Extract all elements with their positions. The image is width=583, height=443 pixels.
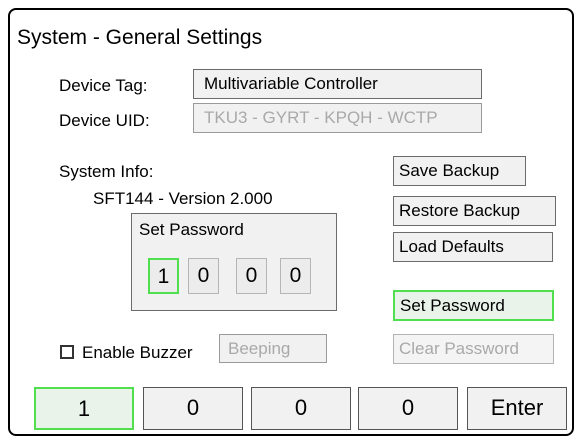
system-info-label: System Info: [59,162,154,181]
keypad-key-1[interactable]: 1 [34,387,134,430]
password-digit-2[interactable]: 0 [188,258,219,294]
restore-backup-button[interactable]: Restore Backup [393,196,556,226]
password-digit-1[interactable]: 1 [148,258,179,294]
version-text: SFT144 - Version 2.000 [93,189,273,208]
load-defaults-button[interactable]: Load Defaults [393,232,553,262]
enable-buzzer-checkbox[interactable] [60,345,74,359]
keypad-key-4[interactable]: 0 [358,387,458,430]
keypad-key-2[interactable]: 0 [143,387,243,430]
keypad-key-3[interactable]: 0 [251,387,351,430]
enable-buzzer-label[interactable]: Enable Buzzer [82,343,193,363]
clear-password-button: Clear Password [393,334,554,364]
set-password-button[interactable]: Set Password [393,290,554,321]
device-uid-field: TKU3 - GYRT - KPQH - WCTP [193,103,482,133]
password-panel-title: Set Password [139,220,244,239]
buzzer-status-field: Beeping [219,334,327,363]
device-uid-label: Device UID: [59,111,150,130]
page-title: System - General Settings [17,26,263,49]
device-tag-label: Device Tag: [59,76,148,95]
password-digit-4[interactable]: 0 [280,258,311,294]
device-tag-field[interactable]: Multivariable Controller [193,69,482,99]
password-digit-3[interactable]: 0 [236,258,267,294]
save-backup-button[interactable]: Save Backup [393,156,526,186]
password-entry-panel: Set Password 1 0 0 0 [131,213,337,311]
keypad-enter-key[interactable]: Enter [467,387,567,430]
